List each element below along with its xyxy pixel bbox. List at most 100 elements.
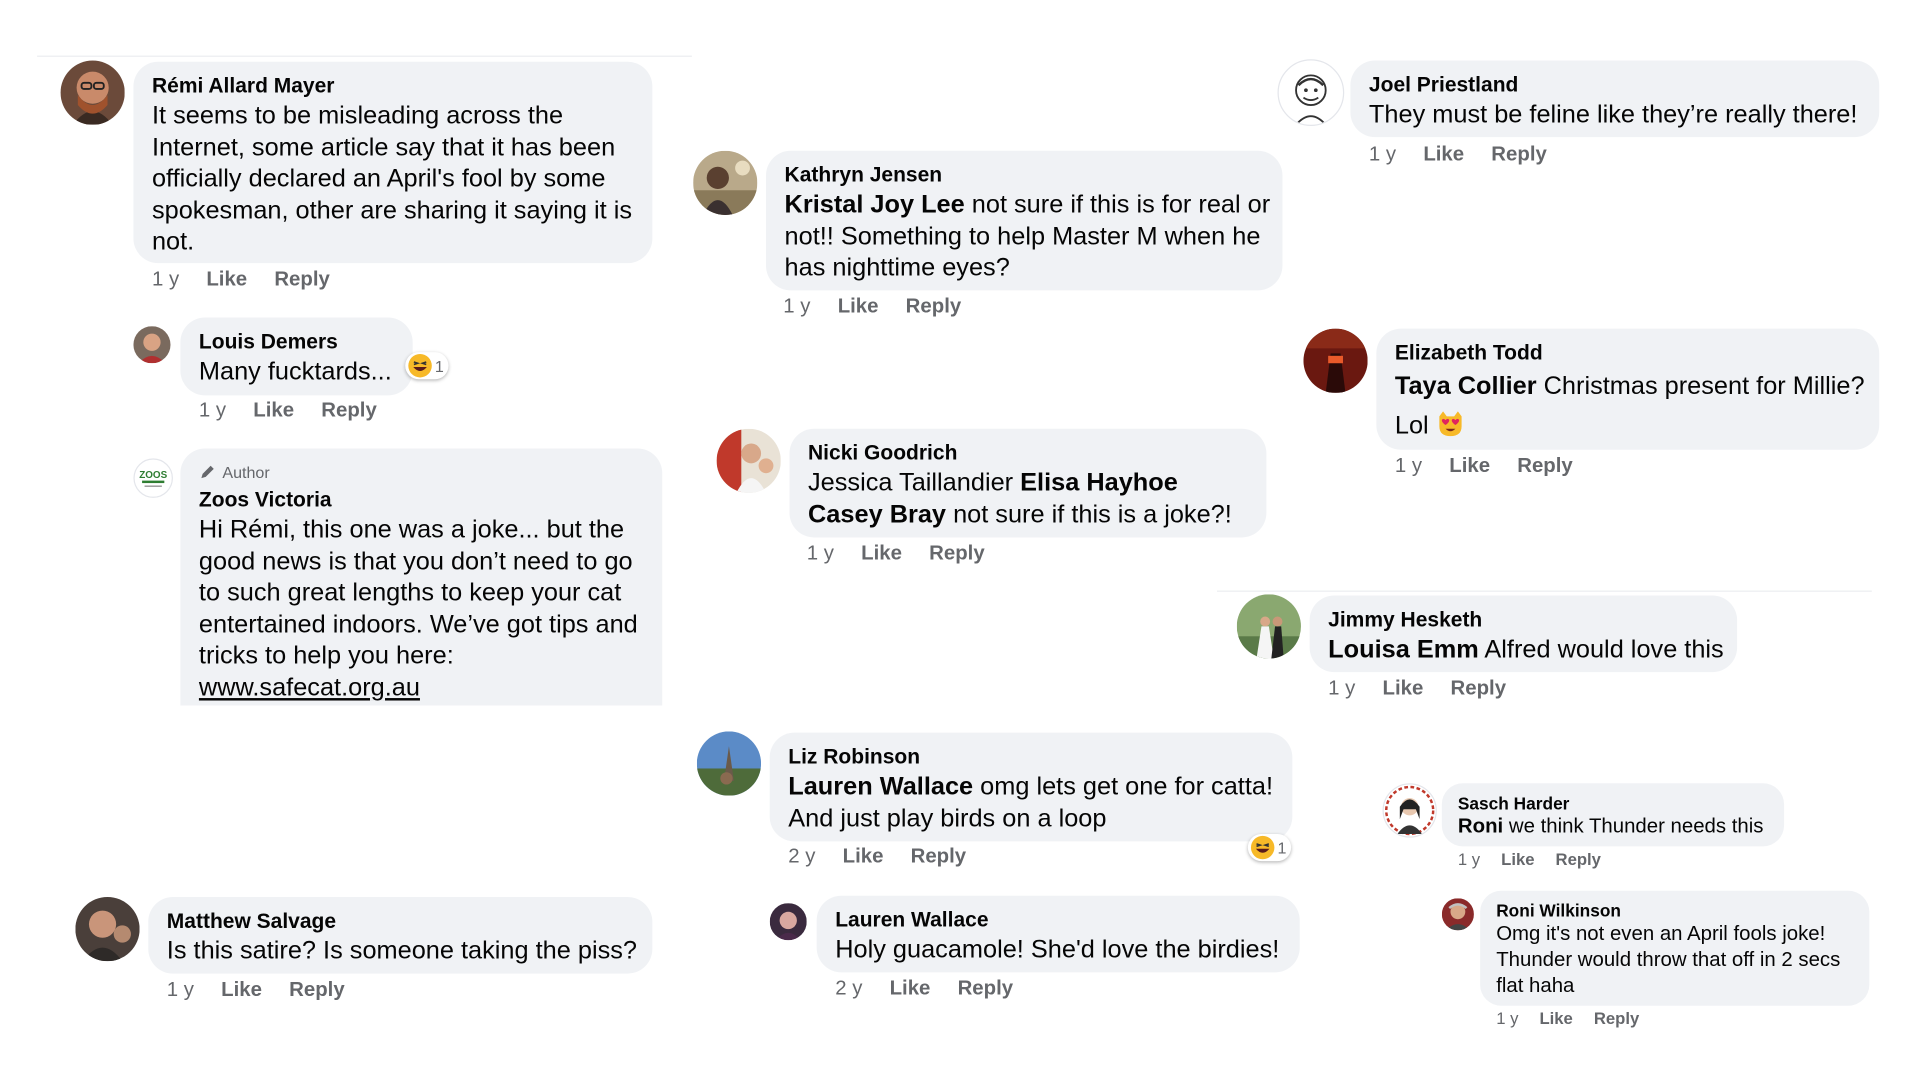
comment-time[interactable]: 1 y <box>1369 143 1396 166</box>
comment-time[interactable]: 1 y <box>152 268 179 291</box>
reaction-badge[interactable]: 1 <box>1247 833 1292 862</box>
avatar[interactable] <box>769 903 807 941</box>
avatar[interactable] <box>60 60 125 125</box>
reply-button[interactable]: Reply <box>1517 455 1573 478</box>
like-button[interactable]: Like <box>838 295 879 318</box>
like-button[interactable]: Like <box>1423 143 1464 166</box>
avatar[interactable] <box>696 731 762 796</box>
avatar[interactable] <box>133 326 171 364</box>
reaction-badge[interactable]: 1 <box>405 352 449 380</box>
reply-button[interactable]: Reply <box>911 845 967 868</box>
reply-button[interactable]: Reply <box>274 268 330 291</box>
reply-button[interactable]: Reply <box>1594 1009 1639 1028</box>
avatar[interactable] <box>693 150 758 215</box>
avatar[interactable] <box>1382 783 1437 838</box>
reply-button[interactable]: Reply <box>1491 143 1547 166</box>
comment-bubble: Kathryn Jensen Kristal Joy Lee not sure … <box>766 150 1283 291</box>
comment-link[interactable]: www.safecat.org.au <box>199 673 420 701</box>
commenter-name[interactable]: Louis Demers <box>199 329 413 356</box>
divider <box>1216 590 1872 592</box>
reply-button[interactable]: Reply <box>958 977 1014 1000</box>
comment-bubble: Jimmy Hesketh Louisa Emm Alfred would lo… <box>1309 595 1738 673</box>
comment-bubble: Elizabeth Todd Taya Collier Christmas pr… <box>1376 328 1880 450</box>
reaction-count: 1 <box>1277 838 1287 857</box>
comment-text-segment: They must be feline like they’re really … <box>1368 100 1858 129</box>
comment-time[interactable]: 1 y <box>783 295 810 318</box>
comment-time[interactable]: 1 y <box>1496 1009 1518 1028</box>
reply-button[interactable]: Reply <box>1451 677 1507 700</box>
author-badge: Author <box>199 461 662 483</box>
comment-time[interactable]: 1 y <box>167 979 194 1002</box>
comment-text-segment: Is this satire? Is someone taking the pi… <box>166 936 638 965</box>
commenter-name[interactable]: Liz Robinson <box>788 744 1292 771</box>
comment-time[interactable]: 1 y <box>199 399 226 422</box>
commenter-name[interactable]: Kathryn Jensen <box>785 162 1283 189</box>
commenter-name[interactable]: Nicki Goodrich <box>808 440 1266 467</box>
mentioned-user[interactable]: Lauren Wallace <box>788 772 973 800</box>
comment-bubble: Louis Demers Many fucktards... <box>180 317 413 396</box>
comment-text: Is this satire? Is someone taking the pi… <box>167 935 653 967</box>
commenter-name[interactable]: Jimmy Hesketh <box>1328 607 1737 634</box>
comment-text: Kristal Joy Lee not sure if this is for … <box>785 189 1273 284</box>
reply-button[interactable]: Reply <box>906 295 962 318</box>
like-button[interactable]: Like <box>221 979 262 1002</box>
comment-actions: 1 y Like Reply <box>1369 143 1547 166</box>
comment-time[interactable]: 1 y <box>1458 850 1480 869</box>
comment-text-segment: Hi Rémi, this one was a joke... but the … <box>198 515 638 670</box>
comment-text-segment: It seems to be misleading across the Int… <box>151 101 633 256</box>
reply-button[interactable]: Reply <box>929 542 985 565</box>
comment-time[interactable]: 1 y <box>1328 677 1355 700</box>
comment-time[interactable]: 1 y <box>1395 455 1422 478</box>
avatar[interactable] <box>716 428 781 493</box>
like-button[interactable]: Like <box>206 268 247 291</box>
comment-text-segment: Alfred would love this <box>1478 635 1724 664</box>
commenter-name[interactable]: Rémi Allard Mayer <box>152 73 652 100</box>
reply-button[interactable]: Reply <box>1556 850 1601 869</box>
like-button[interactable]: Like <box>1539 1009 1572 1028</box>
mentioned-user[interactable]: Louisa Emm <box>1328 635 1479 663</box>
pencil-icon <box>201 465 214 479</box>
avatar[interactable]: ZOOS <box>133 458 173 498</box>
comment-text-segment: Jessica Taillandier <box>808 468 1021 497</box>
like-button[interactable]: Like <box>253 399 294 422</box>
comment-text: It seems to be misleading across the Int… <box>152 100 640 258</box>
comment-actions: 1 y Like Reply <box>1395 455 1573 478</box>
comment-text: They must be feline like they’re really … <box>1369 99 1879 131</box>
avatar[interactable] <box>1441 898 1474 931</box>
avatar[interactable] <box>1236 594 1301 659</box>
like-button[interactable]: Like <box>1501 850 1534 869</box>
comment-time[interactable]: 2 y <box>788 845 815 868</box>
like-button[interactable]: Like <box>1449 455 1490 478</box>
comment-text-segment: not sure if this is a joke?! <box>946 499 1232 529</box>
commenter-name[interactable]: Lauren Wallace <box>835 907 1300 934</box>
avatar[interactable] <box>1303 328 1368 393</box>
comment-actions: 2 y Like Reply <box>835 977 1013 1000</box>
comment-actions: 1 y Like Reply <box>1458 850 1601 869</box>
mentioned-user[interactable]: Taya Collier <box>1395 372 1537 400</box>
like-button[interactable]: Like <box>890 977 931 1000</box>
reaction-count: 1 <box>434 356 444 375</box>
like-button[interactable]: Like <box>1383 677 1424 700</box>
comment-actions: 1 y Like Reply <box>152 268 330 291</box>
comment-bubble: Matthew Salvage Is this satire? Is someo… <box>148 896 653 974</box>
like-button[interactable]: Like <box>843 845 884 868</box>
comment-text: Omg it's not even an April fools joke! T… <box>1496 922 1864 1000</box>
commenter-name[interactable]: Zoos Victoria <box>199 487 662 514</box>
commenter-name[interactable]: Elizabeth Todd <box>1395 340 1879 367</box>
comment-text: Jessica Taillandier Elisa Hayhoe Casey B… <box>808 467 1259 530</box>
mentioned-user[interactable]: Kristal Joy Lee <box>785 190 965 218</box>
commenter-name[interactable]: Sasch Harder <box>1458 792 1784 814</box>
reply-button[interactable]: Reply <box>289 979 345 1002</box>
comment-time[interactable]: 1 y <box>807 542 834 565</box>
comment-bubble: Joel Priestland They must be feline like… <box>1350 60 1880 138</box>
comment-bubble: Rémi Allard Mayer It seems to be mislead… <box>133 61 653 264</box>
commenter-name[interactable]: Roni Wilkinson <box>1496 899 1869 921</box>
commenter-name[interactable]: Matthew Salvage <box>167 908 653 935</box>
like-button[interactable]: Like <box>861 542 902 565</box>
avatar[interactable] <box>1277 59 1345 127</box>
mentioned-user[interactable]: Roni <box>1458 815 1503 837</box>
commenter-name[interactable]: Joel Priestland <box>1369 72 1879 99</box>
avatar[interactable] <box>75 896 140 962</box>
reply-button[interactable]: Reply <box>321 399 377 422</box>
comment-time[interactable]: 2 y <box>835 977 862 1000</box>
